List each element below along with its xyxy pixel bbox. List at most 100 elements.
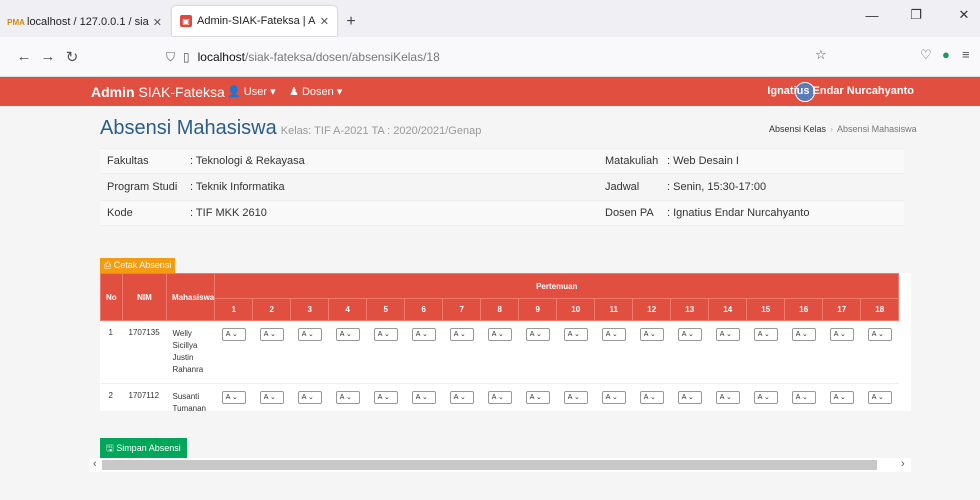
attendance-select[interactable]: A ⌄ xyxy=(373,391,398,404)
attendance-select[interactable]: A ⌄ xyxy=(829,328,854,341)
breadcrumb-link[interactable]: Absensi Kelas xyxy=(769,124,826,134)
attendance-select[interactable]: A ⌄ xyxy=(601,391,626,404)
breadcrumb-current: Absensi Mahasiswa xyxy=(837,124,917,134)
attendance-select[interactable]: A ⌄ xyxy=(601,328,626,341)
scroll-left-icon[interactable]: ‹ xyxy=(93,458,97,470)
reload-icon[interactable]: ↻ xyxy=(60,48,84,66)
address-bar[interactable]: ⛉ ▯ localhost/siak-fateksa/dosen/absensi… xyxy=(166,43,826,71)
cell-attendance: A ⌄ xyxy=(214,320,253,384)
attendance-select[interactable]: A ⌄ xyxy=(449,391,474,404)
close-window-icon[interactable]: ✕ xyxy=(948,0,980,30)
table-row: 1 1707135 Welly Sicillya Justin Rahanra A ⌄ A ⌄… xyxy=(100,320,899,384)
browser-tab-siak[interactable]: ▣ Admin-SIAK-Fateksa | Absensi K ✕ xyxy=(172,6,337,36)
chevron-down-icon: ⌄ xyxy=(762,394,770,401)
attendance-select[interactable]: A ⌄ xyxy=(297,391,322,404)
horizontal-scrollbar[interactable]: ‹ › xyxy=(89,458,911,472)
info-value: : Senin, 15:30-17:00 xyxy=(667,181,767,193)
url-host: localhost xyxy=(197,50,245,64)
attendance-table-wrap[interactable]: No NIM Mahasiswa Pertemuan 1 2 3 4 5 6 7 8 9 10 11… xyxy=(100,273,911,411)
chevron-down-icon: ⌄ xyxy=(534,394,542,401)
chevron-down-icon: ⌄ xyxy=(306,331,314,338)
attendance-select[interactable]: A ⌄ xyxy=(563,328,588,341)
print-attendance-button[interactable]: ⎙ Cetak Absensi xyxy=(100,258,176,273)
attendance-select[interactable]: A ⌄ xyxy=(487,328,512,341)
chevron-down-icon: ⌄ xyxy=(724,331,732,338)
attendance-select[interactable]: A ⌄ xyxy=(791,328,816,341)
cell-no: 2 xyxy=(100,383,123,411)
attendance-select[interactable]: A ⌄ xyxy=(373,328,398,341)
cell-attendance: A ⌄ xyxy=(822,383,861,411)
attendance-select[interactable]: A ⌄ xyxy=(449,328,474,341)
close-tab-icon[interactable]: ✕ xyxy=(320,15,329,28)
user-name[interactable]: Ignatius Endar Nurcahyanto xyxy=(767,85,914,97)
attendance-select[interactable]: A ⌄ xyxy=(297,328,322,341)
pocket-icon[interactable]: ♡ xyxy=(920,47,932,63)
forward-icon[interactable]: → xyxy=(36,48,60,65)
attendance-select[interactable]: A ⌄ xyxy=(259,391,284,404)
attendance-select[interactable]: A ⌄ xyxy=(639,391,664,404)
brand[interactable]: Admin SIAK-Fateksa xyxy=(91,84,225,100)
browser-tab-phpmyadmin[interactable]: PMA localhost / 127.0.0.1 / siak_fatek ✕ xyxy=(2,7,170,37)
attendance-select[interactable]: A ⌄ xyxy=(525,391,550,404)
brand-bold: Admin xyxy=(91,84,135,100)
chevron-down-icon: ⌄ xyxy=(838,331,846,338)
session-header: 12 xyxy=(632,298,672,321)
attendance-select[interactable]: A ⌄ xyxy=(753,391,778,404)
scroll-right-icon[interactable]: › xyxy=(901,458,905,470)
student-name-line: Welly xyxy=(172,329,192,338)
back-icon[interactable]: ← xyxy=(12,48,36,65)
attendance-select[interactable]: A ⌄ xyxy=(411,391,436,404)
attendance-select[interactable]: A ⌄ xyxy=(221,391,246,404)
scrollbar-thumb[interactable] xyxy=(102,460,877,470)
attendance-select[interactable]: A ⌄ xyxy=(829,391,854,404)
student-name-line: Justin xyxy=(172,353,194,362)
tab-title: localhost / 127.0.0.1 / siak_fatek xyxy=(27,16,149,28)
attendance-select[interactable]: A ⌄ xyxy=(639,328,664,341)
attendance-select[interactable]: A ⌄ xyxy=(335,328,360,341)
attendance-select[interactable]: A ⌄ xyxy=(259,328,284,341)
cell-attendance: A ⌄ xyxy=(442,383,481,411)
session-header: 3 xyxy=(290,298,330,321)
maximize-icon[interactable]: ❐ xyxy=(900,0,932,30)
bookmark-star-icon[interactable]: ☆ xyxy=(815,47,827,63)
attendance-select[interactable]: A ⌄ xyxy=(715,391,740,404)
cell-attendance: A ⌄ xyxy=(784,320,823,384)
attendance-select[interactable]: A ⌄ xyxy=(563,391,588,404)
cell-attendance: A ⌄ xyxy=(328,320,367,384)
menu-user[interactable]: 👤 User ▾ xyxy=(227,85,276,98)
attendance-select[interactable]: A ⌄ xyxy=(411,328,436,341)
attendance-select[interactable]: A ⌄ xyxy=(867,391,892,404)
cell-mahasiswa: Susanti Tumanan xyxy=(166,383,215,411)
attendance-select[interactable]: A ⌄ xyxy=(677,391,702,404)
chevron-down-icon: ⌄ xyxy=(230,331,238,338)
attendance-select[interactable]: A ⌄ xyxy=(791,391,816,404)
cell-attendance: A ⌄ xyxy=(594,320,633,384)
extension-icon[interactable]: ● xyxy=(942,47,950,62)
attendance-select[interactable]: A ⌄ xyxy=(487,391,512,404)
menu-icon[interactable]: ≡ xyxy=(962,47,970,62)
chevron-down-icon: ⌄ xyxy=(268,331,276,338)
attendance-select[interactable]: A ⌄ xyxy=(677,328,702,341)
session-header: 2 xyxy=(252,298,292,321)
student-name-line: Tumanan xyxy=(172,404,207,411)
cell-attendance: A ⌄ xyxy=(784,383,823,411)
close-tab-icon[interactable]: ✕ xyxy=(153,16,162,29)
chevron-down-icon: ⌄ xyxy=(724,394,732,401)
attendance-select[interactable]: A ⌄ xyxy=(867,328,892,341)
cell-attendance: A ⌄ xyxy=(252,320,291,384)
menu-dosen[interactable]: ♟ Dosen ▾ xyxy=(289,85,342,98)
info-label: Program Studi xyxy=(107,181,178,193)
attendance-select[interactable]: A ⌄ xyxy=(335,391,360,404)
info-value: : Ignatius Endar Nurcahyanto xyxy=(667,207,810,219)
attendance-select[interactable]: A ⌄ xyxy=(753,328,778,341)
attendance-select[interactable]: A ⌄ xyxy=(715,328,740,341)
chevron-down-icon: ⌄ xyxy=(420,394,428,401)
session-header: 1 xyxy=(214,298,254,321)
attendance-select[interactable]: A ⌄ xyxy=(221,328,246,341)
minimize-icon[interactable]: — xyxy=(856,0,888,30)
attendance-select[interactable]: A ⌄ xyxy=(525,328,550,341)
save-attendance-button[interactable]: 🖫 Simpan Absensi xyxy=(100,438,187,458)
cell-mahasiswa: Welly Sicillya Justin Rahanra xyxy=(166,320,215,384)
menu-user-label: User xyxy=(243,86,267,98)
new-tab-icon[interactable]: + xyxy=(337,7,365,37)
